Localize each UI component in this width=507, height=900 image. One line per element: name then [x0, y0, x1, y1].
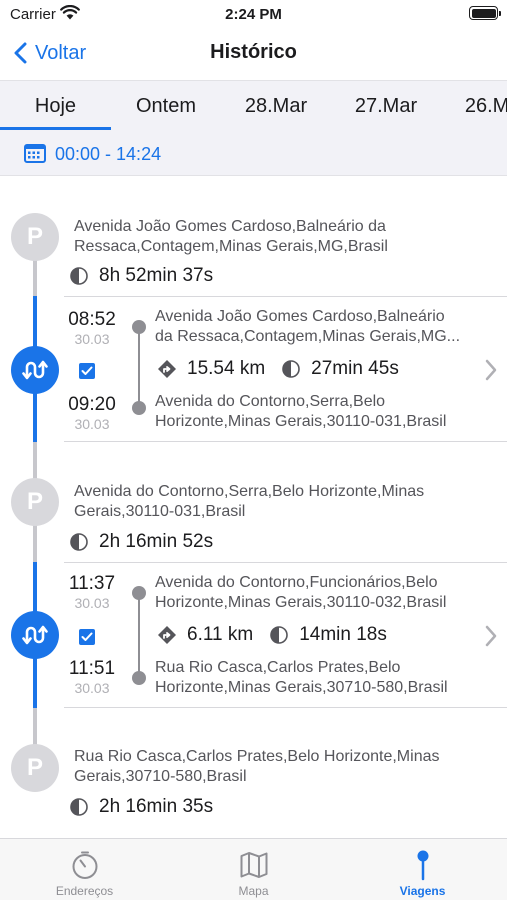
stop-address: Rua Rio Casca,Carlos Prates,Belo Horizon… [74, 748, 440, 785]
bottom-tab-bar: Endereços Mapa Viagens [0, 838, 507, 900]
duration-icon [70, 533, 88, 551]
stopwatch-icon [72, 851, 98, 879]
route-icon [158, 626, 176, 644]
trip-metrics: 15.54 km 27min 45s [157, 358, 399, 380]
trip-end-time: 11:51 [68, 658, 116, 679]
map-icon [240, 852, 268, 878]
tab-hoje[interactable]: Hoje [0, 81, 111, 130]
trip-metrics: 6.11 km 14min 18s [157, 624, 387, 646]
parking-icon: P [11, 213, 59, 261]
stop-duration: 2h 16min 52s [69, 531, 213, 553]
stop-address: Avenida João Gomes Cardoso,Balneário da R… [74, 218, 388, 255]
duration-icon [270, 626, 288, 644]
date-tabs: Hoje Ontem 28.Mar 27.Mar 26.Mar [0, 80, 507, 130]
parking-icon: P [11, 744, 59, 792]
battery-icon [469, 6, 501, 20]
tab-label: Endereços [55, 884, 114, 898]
trip-distance: 6.11 km [187, 624, 254, 645]
duration-icon [70, 267, 88, 285]
trip-end-dot [132, 671, 146, 685]
chevron-right-icon [485, 359, 497, 381]
trip-from-address: Avenida João Gomes Cardoso,Balneário da R… [155, 308, 461, 345]
tab-mapa[interactable]: Mapa [169, 839, 338, 900]
tab-28-mar[interactable]: 28.Mar [221, 81, 331, 130]
parking-icon: P [11, 478, 59, 526]
navigation-bar: Voltar Histórico [0, 28, 507, 78]
tab-enderecos[interactable]: Endereços [0, 839, 169, 900]
tab-label: Viagens [399, 884, 446, 898]
trip-start-date: 30.03 [74, 331, 110, 347]
tab-ontem[interactable]: Ontem [111, 81, 221, 130]
trip-card[interactable]: 11:37 30.03 11:51 30.03 Avenida do Conto… [64, 562, 507, 708]
trip-end-date: 30.03 [74, 680, 110, 696]
time-range-text: 00:00 - 14:24 [55, 144, 162, 164]
trip-start-time: 08:52 [68, 309, 116, 330]
trip-checkbox[interactable] [79, 363, 95, 379]
trip-to-address: Rua Rio Casca,Carlos Prates,Belo Horizont… [155, 659, 448, 696]
calendar-icon [24, 143, 46, 168]
chevron-right-icon [485, 625, 497, 647]
trip-start-date: 30.03 [74, 595, 110, 611]
stop-address: Avenida do Contorno,Serra,Belo Horizonte… [74, 483, 425, 520]
trip-start-time: 11:37 [68, 573, 116, 594]
trip-route-line [138, 598, 140, 674]
trip-duration: 14min 18s [299, 624, 387, 645]
page-title: Histórico [210, 41, 297, 63]
pin-icon [417, 850, 429, 881]
duration-icon [282, 360, 300, 378]
trip-duration: 27min 45s [311, 358, 399, 379]
tab-27-mar[interactable]: 27.Mar [331, 81, 441, 130]
trip-end-date: 30.03 [74, 416, 110, 432]
status-bar: Carrier 2:24 PM [0, 0, 507, 28]
duration-icon [70, 798, 88, 816]
trip-to-address: Avenida do Contorno,Serra,Belo Horizonte,… [155, 393, 447, 430]
tab-viagens[interactable]: Viagens [338, 839, 507, 900]
stop-duration: 8h 52min 37s [69, 265, 213, 287]
trip-icon[interactable] [11, 346, 59, 394]
trip-checkbox[interactable] [79, 629, 95, 645]
trip-distance: 15.54 km [187, 358, 266, 379]
trip-from-address: Avenida do Contorno,Funcionários,Belo Hor… [155, 574, 447, 611]
trip-end-time: 09:20 [68, 394, 116, 415]
trip-card[interactable]: 08:52 30.03 09:20 30.03 Avenida João Gom… [64, 296, 507, 442]
trip-end-dot [132, 401, 146, 415]
time-range-bar[interactable]: 00:00 - 14:24 [0, 130, 507, 176]
stop-duration: 2h 16min 35s [69, 796, 213, 818]
clock: 2:24 PM [225, 6, 282, 23]
tab-label: Mapa [238, 884, 269, 898]
route-icon [158, 360, 176, 378]
trip-icon[interactable] [11, 611, 59, 659]
trip-route-line [138, 332, 140, 408]
tab-26-mar[interactable]: 26.Mar [441, 81, 507, 130]
